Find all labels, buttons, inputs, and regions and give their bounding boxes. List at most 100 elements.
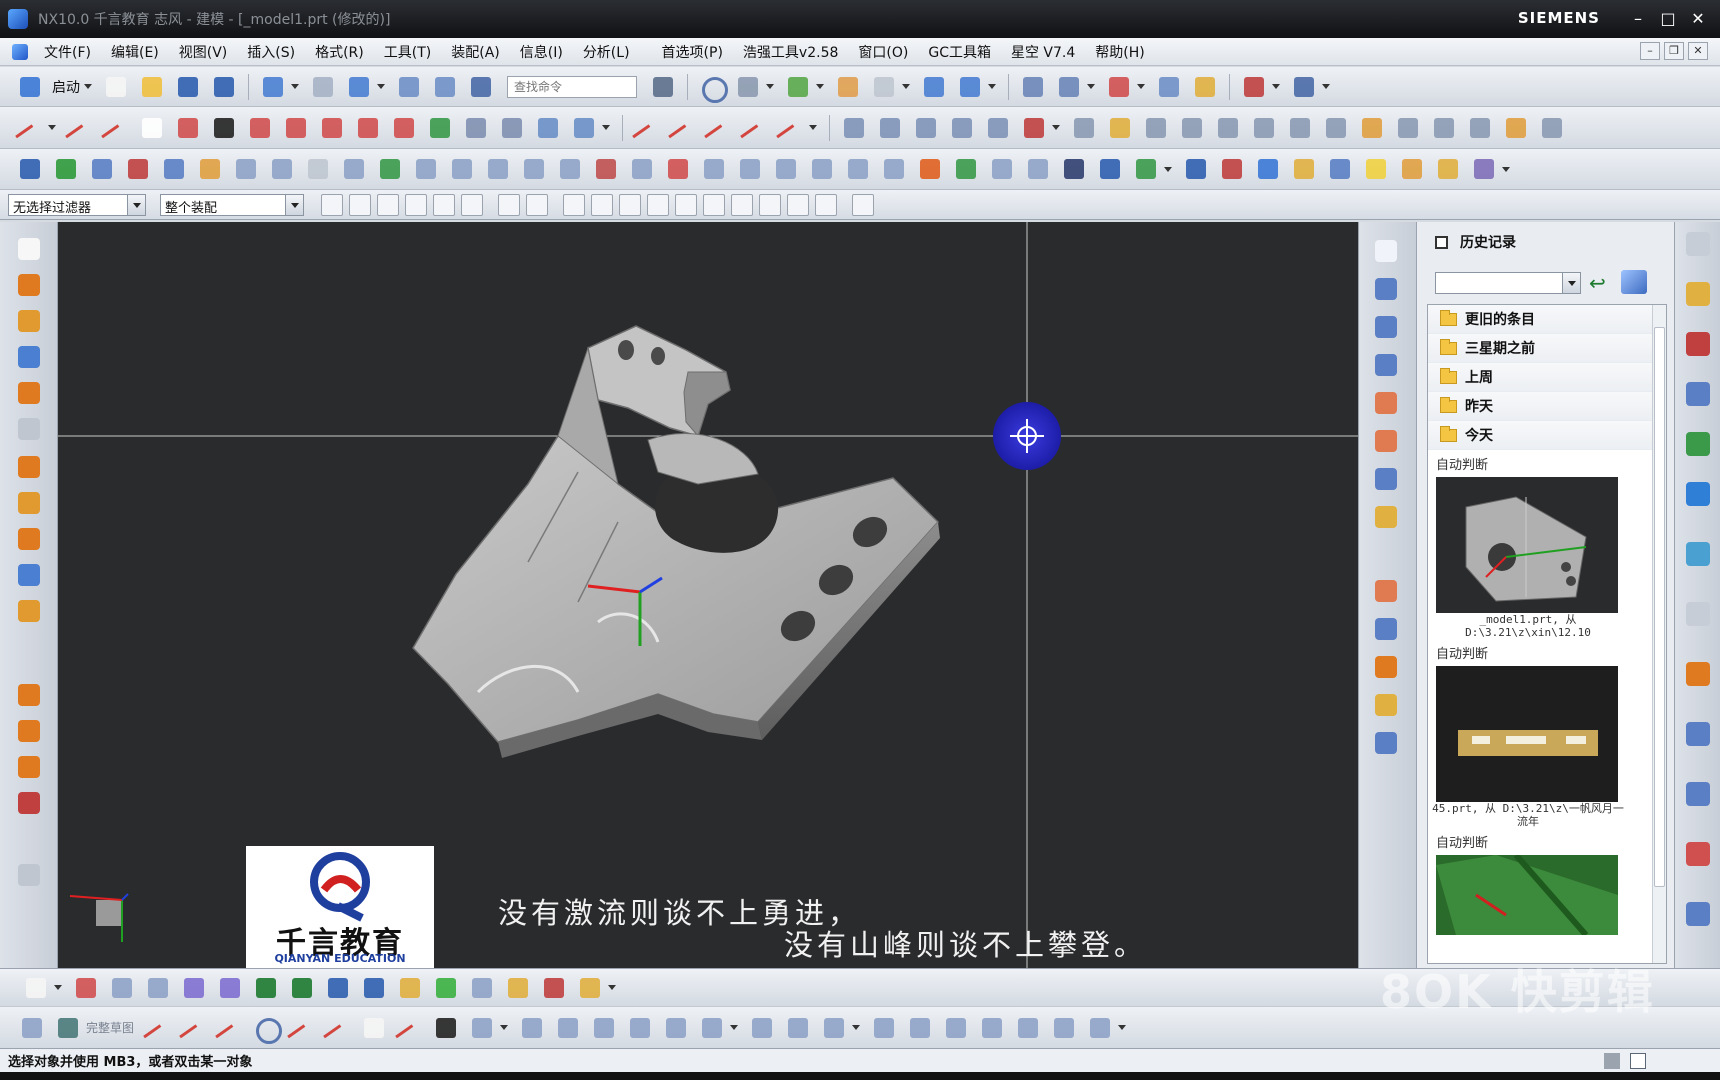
offset-icon[interactable] (16, 490, 44, 516)
view-front-icon[interactable] (1373, 238, 1401, 264)
rectangle-select-icon[interactable] (461, 193, 483, 216)
chevron-down-icon[interactable] (816, 84, 824, 89)
rectangle-icon[interactable] (138, 114, 166, 142)
view-frame-icon[interactable] (870, 73, 898, 101)
rapid-dimension-icon[interactable] (698, 1014, 726, 1042)
chevron-down-icon[interactable] (48, 125, 56, 130)
slot-icon[interactable] (1322, 114, 1350, 142)
grid-snap-icon[interactable] (304, 155, 332, 183)
spline-icon[interactable] (174, 114, 202, 142)
chevron-down-icon[interactable] (377, 84, 385, 89)
view-top-icon[interactable] (1373, 276, 1401, 302)
view-pan-icon[interactable] (1373, 466, 1401, 492)
split-body-icon[interactable] (1394, 114, 1422, 142)
chamfer-curve-icon[interactable] (741, 114, 769, 142)
view-shaded-icon[interactable] (1373, 578, 1401, 604)
menu-format[interactable]: 格式(R) (305, 42, 374, 62)
general-select-icon[interactable] (321, 193, 343, 216)
project-curve-icon[interactable] (282, 114, 310, 142)
convert-reference-icon[interactable] (820, 1014, 848, 1042)
chevron-down-icon[interactable] (988, 84, 996, 89)
tool-a-icon[interactable] (232, 155, 260, 183)
save-icon[interactable] (174, 73, 202, 101)
boss-icon[interactable] (1250, 114, 1278, 142)
chevron-down-icon[interactable] (608, 985, 616, 990)
menu-edit[interactable]: 编辑(E) (101, 42, 169, 62)
name-icon[interactable] (1096, 155, 1124, 183)
line-icon[interactable] (16, 114, 44, 142)
chevron-down-icon[interactable] (1052, 125, 1060, 130)
chevron-down-icon[interactable] (127, 194, 145, 215)
maximize-button[interactable]: □ (1656, 8, 1680, 30)
thread-icon[interactable] (16, 454, 44, 480)
sketch-icon[interactable] (18, 1014, 46, 1042)
intersect-icon[interactable] (912, 114, 940, 142)
feature-filter-icon[interactable] (433, 193, 455, 216)
hole-feature-icon[interactable] (16, 416, 44, 442)
point-on-curve-icon[interactable] (787, 193, 809, 216)
line-tool-icon[interactable] (66, 114, 94, 142)
chevron-down-icon[interactable] (54, 985, 62, 990)
system-materials-icon[interactable] (1684, 660, 1712, 688)
view-zoom-icon[interactable] (1373, 504, 1401, 530)
point-on-face-icon[interactable] (815, 193, 837, 216)
control-point-icon[interactable] (647, 193, 669, 216)
menu-window[interactable]: 窗口(O) (848, 42, 918, 62)
datum-csys-icon[interactable] (16, 862, 44, 888)
chamfer-sketch-icon[interactable] (324, 1014, 352, 1042)
menu-tools[interactable]: 工具(T) (374, 42, 441, 62)
doc-restore-button[interactable]: ❐ (1664, 42, 1684, 60)
tool-s-icon[interactable] (988, 155, 1016, 183)
tool-i-icon[interactable] (592, 155, 620, 183)
chevron-down-icon[interactable] (1502, 166, 1510, 172)
trim-icon[interactable] (633, 114, 661, 142)
extrude-icon[interactable] (462, 114, 490, 142)
pattern-feature-icon[interactable] (16, 526, 44, 552)
import-icon[interactable] (52, 155, 80, 183)
start-button[interactable]: 启动 (52, 77, 80, 97)
quadrant-point-icon[interactable] (731, 193, 753, 216)
block-icon[interactable] (570, 114, 598, 142)
thicken-icon[interactable] (1106, 114, 1134, 142)
snap-icon[interactable] (1155, 73, 1183, 101)
manufacturing-wizard-icon[interactable] (1684, 780, 1712, 808)
end-point-icon[interactable] (591, 193, 613, 216)
chevron-down-icon[interactable] (1164, 166, 1172, 172)
face-select-icon[interactable] (526, 193, 548, 216)
tangent-icon[interactable] (942, 1014, 970, 1042)
make-corner-icon[interactable] (662, 1014, 690, 1042)
wave-icon[interactable] (160, 155, 188, 183)
animate-dimension-icon[interactable] (1086, 1014, 1114, 1042)
menu-info[interactable]: 信息(I) (510, 42, 573, 62)
redo-icon[interactable] (309, 73, 337, 101)
dimension-icon[interactable] (1290, 73, 1318, 101)
view-studio-icon[interactable] (1373, 692, 1401, 718)
analysis-icon[interactable] (1240, 73, 1268, 101)
intersection-curve-icon[interactable] (318, 114, 346, 142)
arrow-right-icon[interactable] (216, 974, 244, 1002)
trim-body-icon[interactable] (1430, 114, 1458, 142)
history-thumbnail-45[interactable] (1436, 666, 1618, 802)
background-icon[interactable] (834, 73, 862, 101)
electrode-icon[interactable] (196, 155, 224, 183)
moon-icon[interactable] (1434, 155, 1462, 183)
tool-e-icon[interactable] (448, 155, 476, 183)
view-section-icon[interactable] (956, 73, 984, 101)
tool-j-icon[interactable] (628, 155, 656, 183)
hole-icon[interactable] (1214, 114, 1242, 142)
menu-haoqiang-tools[interactable]: 浩强工具v2.58 (733, 42, 848, 62)
type-filter-dropdown[interactable]: 无选择过滤器 (8, 193, 146, 216)
graphics-viewport[interactable]: 千言教育 QIANYAN EDUCATION 没有激流则谈不上勇进， 没有山峰则… (58, 222, 1358, 968)
quick-trim-icon[interactable] (590, 1014, 618, 1042)
auto-constraint-icon[interactable] (144, 974, 172, 1002)
render-style-icon[interactable] (734, 73, 762, 101)
transform-icon[interactable] (431, 73, 459, 101)
app-menu-icon[interactable] (12, 43, 28, 60)
profile-icon[interactable] (144, 1014, 172, 1042)
view-right-icon[interactable] (1373, 314, 1401, 340)
tool-v-icon[interactable] (1182, 155, 1210, 183)
view-iso-icon[interactable] (1373, 352, 1401, 378)
chevron-down-icon[interactable] (602, 125, 610, 130)
copy-icon[interactable] (468, 974, 496, 1002)
history-folder-last-week[interactable]: 上周 (1428, 363, 1666, 392)
